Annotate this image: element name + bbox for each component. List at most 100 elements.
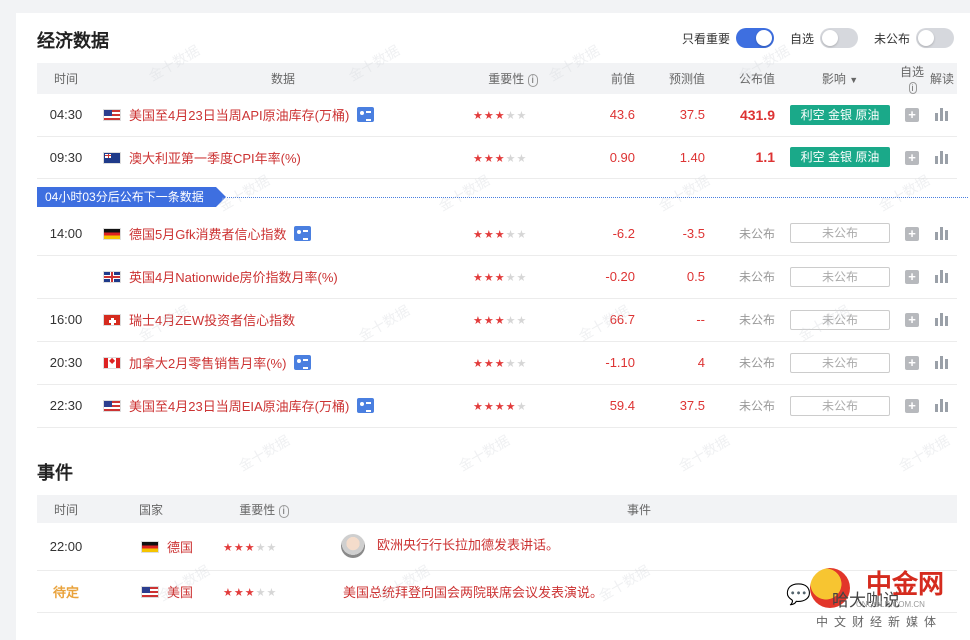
importance-stars: ★★★★★ (473, 358, 527, 370)
economic-header-row: 时间 数据 重要性 i 前值 预测值 公布值 影响 ▼ 自选 i 解读 (37, 63, 957, 94)
star-icon: ★ (516, 228, 528, 241)
table-row[interactable]: 22:30 美国至4月23日当周EIA原油库存(万桶) ★★★★★ 59.4 37.5 未… (37, 384, 957, 427)
indicator-name[interactable]: 加拿大2月零售销售月率(%) (129, 356, 286, 371)
importance-stars: ★★★★★ (473, 229, 527, 241)
event-text[interactable]: 欧洲央行行长拉加德发表讲话。 (377, 538, 559, 553)
importance-cell: ★★★★★ (471, 384, 555, 427)
info-icon[interactable]: i (527, 74, 538, 87)
add-watch-button[interactable]: + (905, 226, 919, 241)
table-row[interactable]: 20:30加拿大2月零售销售月率(%)★★★★★-1.104未公布未公布+ (37, 341, 957, 384)
data-cell: 美国至4月23日当周API原油库存(万桶) (95, 94, 471, 136)
table-row[interactable]: 14:00 德国5月Gfk消费者信心指数 ★★★★★ -6.2 -3.5 未公布 未公布 + (37, 212, 957, 255)
interpret-cell (927, 341, 957, 384)
indicator-name[interactable]: 英国4月Nationwide房价指数月率(%) (129, 270, 338, 285)
star-icon: ★ (516, 401, 528, 413)
brand-name: 中金网 (866, 569, 945, 599)
indicator-name[interactable]: 美国至4月23日当周EIA原油库存(万桶) (129, 399, 349, 414)
toggle-watchlist-switch[interactable] (819, 28, 858, 48)
indicator-name[interactable]: 澳大利亚第一季度CPI年率(%) (129, 151, 301, 166)
impact-cell: 未公布 (783, 255, 897, 298)
toggle-watchlist-label: 自选 (789, 31, 814, 46)
star-icon: ★ (505, 228, 517, 241)
impact-badge: 未公布 (790, 266, 890, 287)
filter-toggles: 只看重要 自选 未公布 (672, 28, 954, 48)
star-icon: ★ (483, 152, 495, 165)
info-icon[interactable]: i (278, 504, 289, 518)
impact-cell: 未公布 (783, 212, 897, 255)
previous-value: 66.7 (609, 312, 635, 327)
star-icon: ★ (244, 586, 256, 599)
star-icon: ★ (233, 541, 245, 554)
star-icon: ★ (505, 110, 517, 123)
star-icon: ★ (505, 152, 517, 165)
bar-chart-icon[interactable] (935, 399, 949, 412)
impact-cell: 未公布 (783, 298, 897, 341)
indicator-name[interactable]: 德国5月Gfk消费者信心指数 (129, 227, 286, 242)
bar-chart-icon[interactable] (935, 356, 949, 369)
impact-badge: 未公布 (790, 395, 890, 416)
bar-chart-icon[interactable] (935, 226, 949, 240)
col-time: 时间 (53, 502, 78, 517)
importance-stars: ★★★★★ (223, 587, 277, 599)
actual-cell: 未公布 (711, 255, 783, 298)
actual-value: 431.9 (739, 106, 775, 123)
report-icon[interactable] (294, 225, 312, 241)
watch-cell: + (897, 136, 927, 178)
star-icon: ★ (473, 315, 484, 327)
bar-chart-icon[interactable] (935, 108, 949, 122)
add-watch-button[interactable]: + (905, 108, 919, 123)
table-row[interactable]: 16:00 瑞士4月ZEW投资者信心指数 ★★★★★ 66.7 -- 未公布 未公布 + (37, 298, 957, 341)
release-time (37, 255, 95, 298)
bar-chart-icon[interactable] (935, 150, 949, 164)
star-icon: ★ (473, 152, 484, 165)
star-icon: ★ (494, 401, 506, 413)
star-icon: ★ (505, 272, 517, 284)
actual-value: 未公布 (738, 399, 775, 413)
table-row[interactable]: 09:30 澳大利亚第一季度CPI年率(%) ★★★★★ 0.90 1.40 1.1 利空 … (37, 136, 957, 178)
col-interpret: 解读 (929, 72, 954, 86)
importance-stars: ★★★★★ (473, 272, 527, 284)
col-impact-label: 影响 (821, 72, 846, 86)
star-icon: ★ (244, 541, 256, 554)
info-icon[interactable]: i (908, 82, 917, 94)
bar-chart-icon[interactable] (935, 270, 949, 283)
star-icon: ★ (473, 358, 484, 370)
star-icon: ★ (505, 401, 517, 413)
toggle-unpublished-switch[interactable] (916, 28, 954, 48)
add-watch-button[interactable]: + (905, 399, 919, 413)
report-icon[interactable] (357, 398, 375, 413)
report-icon[interactable] (357, 107, 375, 123)
actual-cell: 431.9 (711, 94, 783, 136)
table-row[interactable]: 04:30 美国至4月23日当周API原油库存(万桶) ★★★★★ 43.6 37.5 4… (37, 94, 957, 136)
bar-chart-icon[interactable] (935, 313, 949, 326)
event-text[interactable]: 美国总统拜登向国会两院联席会议发表演说。 (343, 585, 603, 600)
add-watch-button[interactable]: + (905, 150, 919, 165)
previous-value: 43.6 (609, 107, 635, 123)
table-row[interactable]: 英国4月Nationwide房价指数月率(%) ★★★★★ -0.20 0.5 未公布未… (37, 255, 957, 298)
col-importance: 重要性 i (207, 495, 321, 523)
col-previous: 前值 (610, 72, 635, 86)
indicator-name[interactable]: 瑞士4月ZEW投资者信心指数 (129, 313, 295, 328)
col-importance-label: 重要性 (488, 72, 525, 86)
star-icon: ★ (255, 586, 267, 599)
flag-us-icon (103, 109, 121, 122)
report-icon[interactable] (294, 355, 312, 370)
event-time: 22:00 (49, 538, 83, 554)
col-importance-label: 重要性 (239, 502, 276, 517)
data-cell: 澳大利亚第一季度CPI年率(%) (95, 136, 471, 178)
add-watch-button[interactable]: + (905, 356, 919, 370)
indicator-name[interactable]: 美国至4月23日当周API原油库存(万桶) (129, 108, 349, 123)
toggle-important-switch[interactable] (735, 28, 774, 48)
col-impact[interactable]: 影响 ▼ (783, 63, 897, 94)
next-release-tag: 04小时03分后公布下一条数据 (37, 187, 226, 207)
brand-sub-cn: 中文财经新媒体 (816, 615, 943, 629)
interpret-cell (927, 298, 957, 341)
actual-value: 未公布 (738, 270, 775, 284)
watch-cell: + (897, 94, 927, 136)
add-watch-button[interactable]: + (905, 313, 919, 327)
add-watch-button[interactable]: + (905, 270, 919, 284)
actual-cell: 未公布 (711, 341, 783, 384)
importance-cell: ★★★★★ (207, 523, 321, 570)
economic-section-title: 经济数据 (37, 31, 109, 51)
table-row[interactable]: 22:00 德国 ★★★★★ 欧洲央行行长拉加德发表讲话。 (37, 523, 957, 570)
